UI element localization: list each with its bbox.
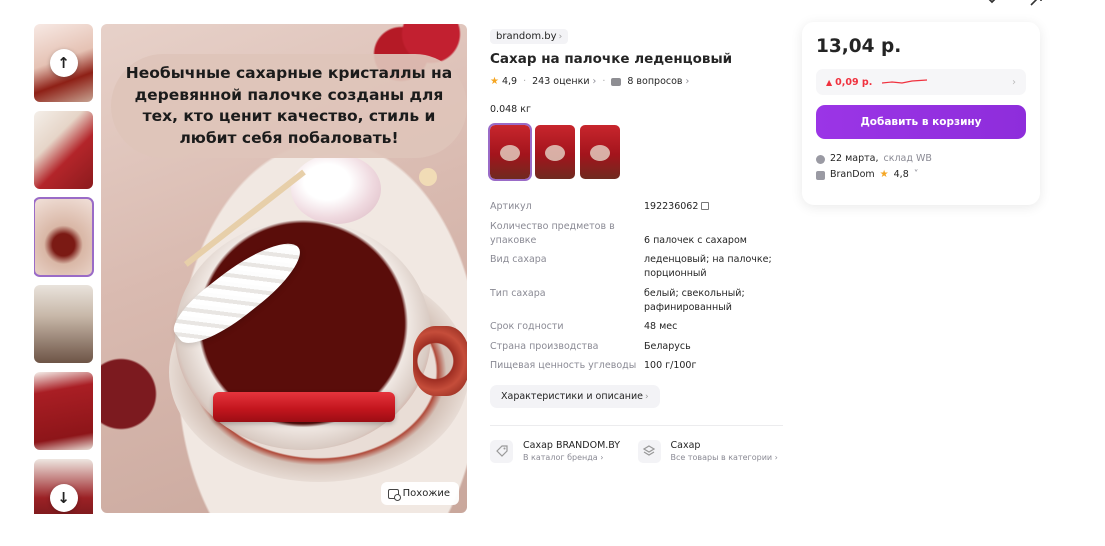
spec-row: Вид сахара леденцовый; на палочке; порци… xyxy=(490,253,780,281)
brand-link-title: Сахар BRANDOM.BY xyxy=(523,439,621,451)
search-image-icon xyxy=(387,488,401,501)
category-link[interactable]: Сахар Все товары в категории › xyxy=(637,439,786,464)
price-change: 0,09 р. xyxy=(835,76,873,88)
chevron-down-icon[interactable] xyxy=(985,0,999,6)
questions-link[interactable]: 8 вопросов xyxy=(627,76,682,87)
thumbnail[interactable] xyxy=(34,111,93,189)
seller-rating: 4,8 xyxy=(893,169,909,180)
spec-row: Страна производства Беларусь xyxy=(490,340,780,354)
spec-value: леденцовый; на палочке; порционный xyxy=(644,254,772,279)
spec-key: Артикул xyxy=(490,201,532,212)
thumbnail[interactable]: ↓ xyxy=(34,459,93,514)
store-icon xyxy=(816,170,825,180)
chevron-right-icon: › xyxy=(1012,76,1016,88)
cup-handle-shape xyxy=(413,326,467,396)
price-history-button[interactable]: ▲ 0,09 р. › xyxy=(816,69,1026,95)
spec-row: Артикул 192236062 xyxy=(490,200,780,214)
product-info: brandom.by › Сахар на палочке леденцовый … xyxy=(488,24,786,464)
chevron-right-icon: › xyxy=(558,32,563,42)
tag-icon xyxy=(490,439,513,463)
arrow-up-icon: ▲ xyxy=(826,77,833,87)
product-weight: 0.048 кг xyxy=(490,104,531,115)
brand-chip[interactable]: brandom.by › xyxy=(490,29,569,44)
stick-tip xyxy=(419,168,437,186)
layers-icon xyxy=(637,439,661,463)
spec-row: Количество предметов в упаковке 6 палоче… xyxy=(490,220,780,248)
thumbnail[interactable]: ↑ xyxy=(34,24,93,102)
spec-key: Пищевая ценность углеводы xyxy=(490,360,637,371)
similar-label: Похожие xyxy=(402,488,450,499)
separator-dot: · xyxy=(602,76,606,87)
thumbnail[interactable] xyxy=(34,285,93,363)
thumbnail-strip: ↑ ↓ xyxy=(34,24,95,514)
arrow-down-icon[interactable]: ↓ xyxy=(49,484,78,512)
red-ribbon xyxy=(213,392,395,422)
spec-key: Вид сахара xyxy=(490,254,547,265)
delivery-info: 22 марта, склад WB BranDom ★ 4,8 ˅ xyxy=(816,151,1026,183)
chevron-right-icon: › xyxy=(645,391,649,402)
copy-icon[interactable] xyxy=(701,202,710,210)
thumbnail-active[interactable] xyxy=(34,197,94,277)
thumbnail[interactable] xyxy=(34,372,93,450)
variant-picker xyxy=(488,123,785,181)
seller-name: BranDom xyxy=(830,169,875,180)
share-icon[interactable] xyxy=(1029,0,1043,6)
product-title: Сахар на палочке леденцовый xyxy=(490,51,733,67)
category-link-title: Сахар xyxy=(670,439,701,451)
top-icons xyxy=(985,0,1043,6)
arrow-up-icon[interactable]: ↑ xyxy=(49,49,78,77)
questions-icon xyxy=(611,77,622,86)
spec-row: Срок годности 48 мес xyxy=(490,320,780,334)
product-page: ↑ ↓ Необычные сахарные кристаллы на дере… xyxy=(0,0,1105,546)
warehouse-label: склад WB xyxy=(883,153,932,164)
spec-value: 192236062 xyxy=(644,200,780,214)
star-icon: ★ xyxy=(879,169,889,180)
main-product-image[interactable]: Необычные сахарные кристаллы на деревянн… xyxy=(101,24,467,513)
spec-row: Пищевая ценность углеводы 100 г/100г xyxy=(490,359,780,373)
variant-option[interactable] xyxy=(535,125,575,179)
brand-link-subtitle: В каталог бренда xyxy=(523,452,598,462)
category-link-subtitle: Все товары в категории xyxy=(670,452,773,462)
brand-catalog-link[interactable]: Сахар BRANDOM.BY В каталог бренда › xyxy=(490,439,638,464)
image-caption: Необычные сахарные кристаллы на деревянн… xyxy=(125,64,453,147)
description-button-label: Характеристики и описание xyxy=(501,390,644,402)
spec-key: Тип сахара xyxy=(490,287,546,299)
chevron-right-icon: › xyxy=(592,76,597,87)
separator-dot: · xyxy=(523,76,527,87)
chevron-right-icon: › xyxy=(685,76,690,87)
marshmallow-shape xyxy=(291,154,381,224)
brand-name: brandom.by xyxy=(496,31,557,42)
price-sparkline xyxy=(882,79,928,84)
article-number: 192236062 xyxy=(644,201,699,212)
calendar-icon xyxy=(816,154,825,164)
chevron-down-icon: ˅ xyxy=(913,169,919,180)
spec-key: Страна производства xyxy=(490,340,599,352)
star-icon: ★ xyxy=(490,76,499,87)
image-caption-bubble: Необычные сахарные кристаллы на деревянн… xyxy=(111,54,467,158)
specs-table: Артикул 192236062 Количество предметов в… xyxy=(490,200,780,373)
spec-key: Количество предметов в упаковке xyxy=(490,220,615,246)
similar-button[interactable]: Похожие xyxy=(380,482,459,505)
reviews-link[interactable]: 243 оценки xyxy=(532,76,589,87)
spec-row: Тип сахара белый; свекольный; рафинирова… xyxy=(490,287,780,315)
seller-row[interactable]: BranDom ★ 4,8 ˅ xyxy=(816,167,1026,183)
description-button[interactable]: Характеристики и описание › xyxy=(490,384,660,408)
spec-key: Срок годности xyxy=(490,321,564,332)
spec-value: Беларусь xyxy=(644,340,691,352)
delivery-date: 22 марта, xyxy=(830,153,879,164)
add-to-cart-button[interactable]: Добавить в корзину xyxy=(816,105,1026,139)
price-card: 13,04 р. ▲ 0,09 р. › Добавить в корзину … xyxy=(802,22,1040,205)
delivery-row: 22 марта, склад WB xyxy=(816,151,1026,167)
variant-option-selected[interactable] xyxy=(488,123,532,181)
rating-row: ★ 4,9 · 243 оценки › · 8 вопросов › xyxy=(490,76,785,87)
catalog-links: Сахар BRANDOM.BY В каталог бренда › Саха… xyxy=(490,439,786,464)
spec-value: 100 г/100г xyxy=(644,360,697,371)
variant-option[interactable] xyxy=(580,125,620,179)
spec-value: 6 палочек с сахаром xyxy=(644,234,747,246)
spec-value: 48 мес xyxy=(644,321,678,332)
divider xyxy=(490,424,783,426)
rating-value: 4,9 xyxy=(501,76,518,87)
product-price: 13,04 р. xyxy=(816,36,902,57)
spec-value: белый; свекольный; рафинированный xyxy=(644,287,745,313)
